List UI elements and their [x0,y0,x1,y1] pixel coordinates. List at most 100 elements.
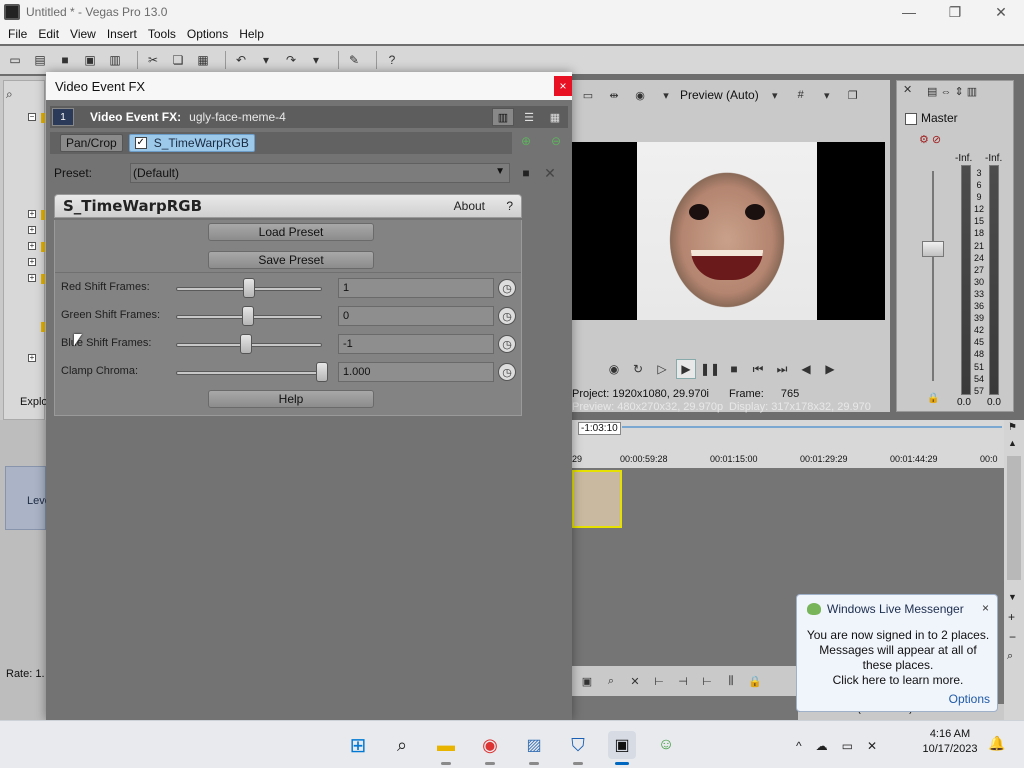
animate-keyframe-icon[interactable]: ◷ [498,307,516,325]
slider-thumb[interactable] [243,278,255,298]
security-shield-icon[interactable]: ⛉ [564,731,592,765]
onedrive-icon[interactable]: ☁ [816,739,828,753]
lock-icon[interactable]: 🔒 [746,675,764,688]
minimize-button[interactable]: — [886,0,932,24]
stop-icon[interactable]: ■ [724,359,744,379]
render-icon[interactable]: ✎ [345,51,363,69]
paste-icon[interactable]: ▦ [194,51,212,69]
grid-view-icon[interactable]: ▦ [544,108,566,126]
image-viewer-icon[interactable]: ▨ [520,731,548,765]
zoom-in-icon[interactable]: + [1008,610,1015,624]
slider-track[interactable] [176,371,322,375]
plugin-enabled-checkbox[interactable]: ✓ [134,137,147,149]
menu-edit[interactable]: Edit [34,27,63,41]
trim-icon[interactable]: ⊢ [650,675,668,688]
search-icon[interactable]: ⌕ [388,731,416,759]
file-explorer-icon[interactable]: ▬ [432,731,460,765]
loop-icon[interactable]: ↻ [628,359,648,379]
restore-button[interactable]: ❐ [932,0,978,24]
volume-muted-icon[interactable]: ✕ [867,739,877,753]
delete-icon[interactable]: ✕ [626,675,644,688]
dropdown-arrow-icon[interactable]: ▾ [656,85,676,105]
open-folder-icon[interactable]: ▤ [31,51,49,69]
explorer-tab[interactable]: Explo [20,396,48,408]
master-fader[interactable] [922,241,944,257]
messenger-taskbar-icon[interactable]: ☺ [652,731,680,759]
animate-keyframe-icon[interactable]: ◷ [498,279,516,297]
save-preset-icon[interactable]: ■ [518,165,534,181]
load-preset-button[interactable]: Load Preset [208,223,374,241]
animate-keyframe-icon[interactable]: ◷ [498,335,516,353]
pan-crop-button[interactable]: Pan/Crop [60,134,123,152]
split-screen-icon[interactable]: ⇹ [604,85,624,105]
menu-help[interactable]: Help [235,27,268,41]
save-icon[interactable]: ■ [56,51,74,69]
trim-end-icon[interactable]: ⊢ [698,675,716,688]
menu-options[interactable]: Options [183,27,232,41]
plugin-chain-icon[interactable]: ⊕ [521,134,531,154]
system-clock[interactable]: 4:16 AM 10/17/2023 [920,727,980,757]
vegas-pro-icon[interactable]: ▣ [608,731,636,765]
new-file-icon[interactable]: ▭ [6,51,24,69]
learn-more-link[interactable]: Click here to learn more. [803,673,993,688]
timeline-vertical-scrollbar[interactable]: ⚑ ▲ ▼ + − ⌕ [1004,420,1024,720]
play-from-start-icon[interactable]: ▷ [652,359,672,379]
close-icon[interactable]: ✕ [903,83,912,96]
scroll-down-icon[interactable]: ▼ [1008,592,1017,602]
single-view-icon[interactable]: ▥ [492,108,514,126]
timeline-ruler[interactable]: -1:03:10 29 00:00:59:28 00:01:15:00 00:0… [572,420,1004,468]
about-button[interactable]: About [454,199,485,213]
zoom-tool-icon[interactable]: ⌕ [1007,650,1013,663]
video-event-clip[interactable] [572,470,622,528]
preset-select[interactable]: (Default) ▼ [130,163,510,183]
param-value-input[interactable]: 1 [338,278,494,298]
copy-snapshot-icon[interactable]: ❐ [843,85,863,105]
expand-icon[interactable]: + [28,226,36,234]
save-preset-button[interactable]: Save Preset [208,251,374,269]
redo-dropdown-icon[interactable]: ▾ [307,51,325,69]
undo-icon[interactable]: ↶ [232,51,250,69]
fx-icon[interactable]: ⚙ ⊘ [919,133,941,146]
help-question-button[interactable]: ? [506,199,513,213]
mixer-tool-icon[interactable]: ▤ ⇔ ⇕ ▥ [927,85,977,98]
expand-icon[interactable]: + [28,274,36,282]
cut-icon[interactable]: ✂ [144,51,162,69]
snap-icon[interactable]: ▣ [578,675,596,688]
preview-quality-icon[interactable]: ◉ [630,85,650,105]
collapse-icon[interactable]: − [28,113,36,121]
notification-close-icon[interactable]: × [982,601,989,615]
undo-dropdown-icon[interactable]: ▾ [257,51,275,69]
scrollbar-thumb[interactable] [1007,456,1021,580]
whats-this-help-icon[interactable]: ? [383,51,401,69]
search-icon[interactable]: ⌕ [6,87,22,103]
external-monitor-icon[interactable]: ▭ [578,85,598,105]
param-value-input[interactable]: 0 [338,306,494,326]
chrome-icon[interactable]: ◉ [476,731,504,765]
preview-quality-select[interactable]: Preview (Auto) [680,88,759,102]
overlays-grid-icon[interactable]: # [791,85,811,105]
loop-region-bar[interactable] [622,426,1002,428]
expand-icon[interactable]: + [28,258,36,266]
menu-tools[interactable]: Tools [144,27,180,41]
messenger-notification[interactable]: Windows Live Messenger × You are now sig… [796,594,998,712]
options-link[interactable]: Options [949,692,990,706]
track-header[interactable]: Leve [5,466,51,530]
lock-icon[interactable]: 🔒 [927,393,939,404]
pause-icon[interactable]: ❚❚ [700,359,720,379]
start-icon[interactable]: ⊞ [344,731,372,759]
slider-thumb[interactable] [241,306,254,326]
dialog-close-button[interactable]: × [554,76,572,96]
expand-icon[interactable]: + [28,354,36,362]
save-as-icon[interactable]: ▣ [81,51,99,69]
dialog-title-bar[interactable]: Video Event FX × [46,72,572,100]
close-window-button[interactable]: ✕ [978,0,1024,24]
param-value-input[interactable]: 1.000 [338,362,494,382]
go-to-start-icon[interactable]: ⏮ [748,359,768,379]
properties-icon[interactable]: ▥ [106,51,124,69]
show-hidden-icons-icon[interactable]: ^ [796,739,802,753]
menu-view[interactable]: View [66,27,100,41]
go-to-end-icon[interactable]: ⏭ [772,359,792,379]
notification-bell-icon[interactable]: 🔔 [988,735,1005,752]
expand-icon[interactable]: + [28,242,36,250]
dropdown-arrow-icon[interactable]: ▾ [765,85,785,105]
